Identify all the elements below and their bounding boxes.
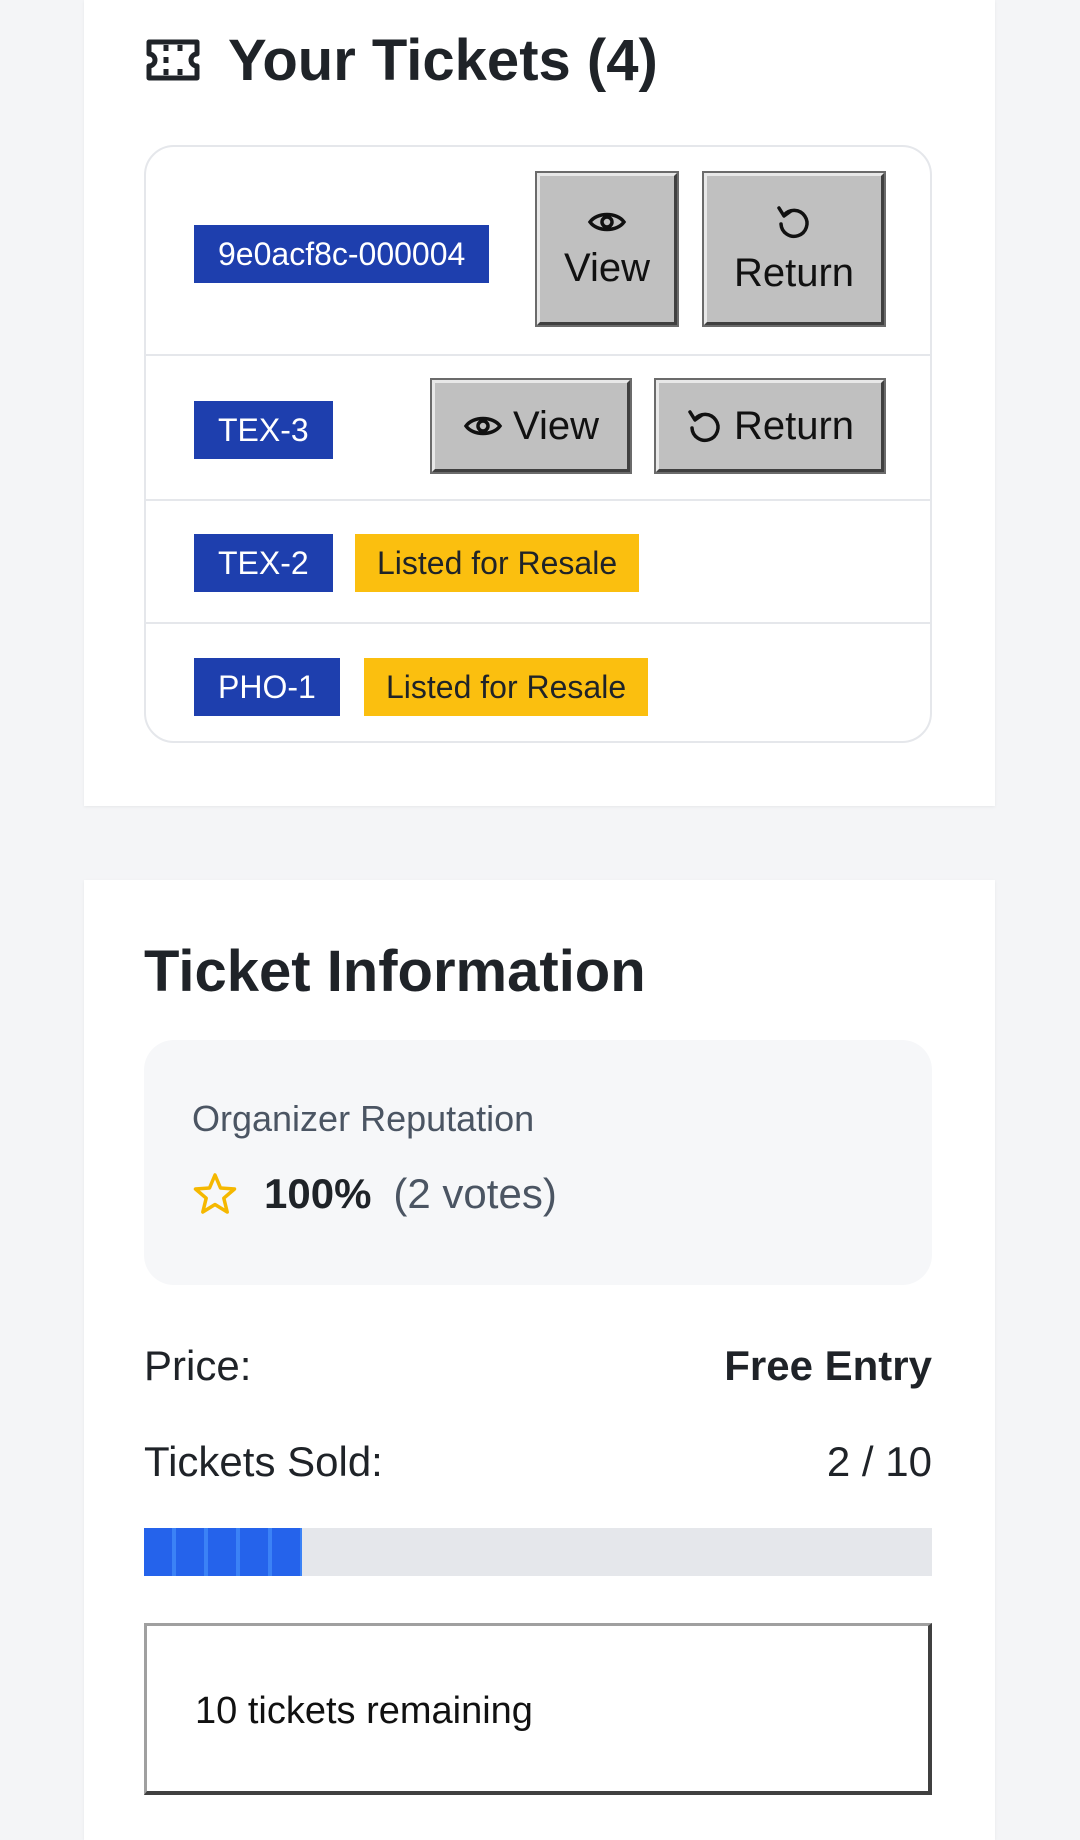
undo-icon (777, 205, 809, 238)
reputation-label: Organizer Reputation (192, 1098, 535, 1139)
tickets-sold-row: Tickets Sold: 2 / 10 (144, 1438, 932, 1486)
view-ticket-button[interactable]: View (430, 378, 632, 474)
return-button-label: Return (733, 250, 855, 295)
eye-icon (463, 416, 503, 436)
view-button-label: View (564, 245, 650, 290)
undo-icon (688, 410, 720, 443)
star-icon (193, 1173, 237, 1214)
ticket-row: PHO-1 Listed for Resale (146, 622, 930, 741)
ticket-row: TEX-3 View Return (146, 354, 930, 499)
progress-fill (144, 1528, 302, 1576)
ticket-row: 9e0acf8c-000004 View Return (146, 147, 930, 354)
ticket-info-heading: Ticket Information (144, 939, 646, 1004)
tickets-sold-label: Tickets Sold: (144, 1438, 383, 1485)
resale-status-badge: Listed for Resale (364, 658, 649, 716)
tickets-heading: Your Tickets (4) (144, 24, 658, 96)
view-button-label: View (513, 403, 599, 448)
ticket-id-badge: 9e0acf8c-000004 (194, 225, 490, 283)
resale-status-badge: Listed for Resale (355, 534, 640, 592)
ticket-icon (146, 39, 200, 81)
ticket-id-badge: TEX-2 (194, 534, 333, 592)
tickets-title-text: Your Tickets (4) (228, 27, 658, 93)
reputation-votes: (2 votes) (393, 1170, 557, 1217)
price-value: Free Entry (724, 1342, 932, 1389)
tickets-sold-progress-bar (144, 1528, 932, 1576)
tickets-remaining-box: 10 tickets remaining (144, 1623, 932, 1795)
ticket-id-badge: TEX-3 (194, 401, 333, 459)
price-label: Price: (144, 1342, 252, 1389)
return-ticket-button[interactable]: Return (702, 171, 886, 327)
reputation-score: 100% (2 votes) (192, 1170, 557, 1218)
return-button-label: Return (733, 403, 855, 448)
view-ticket-button[interactable]: View (535, 171, 679, 327)
tickets-remaining-text: 10 tickets remaining (195, 1690, 533, 1732)
ticket-id-badge: PHO-1 (194, 658, 340, 716)
return-ticket-button[interactable]: Return (654, 378, 886, 474)
ticket-row: TEX-2 Listed for Resale (146, 499, 930, 622)
eye-icon (587, 212, 627, 231)
tickets-sold-value: 2 / 10 (826, 1438, 932, 1485)
price-row: Price: Free Entry (144, 1342, 932, 1390)
organizer-reputation-panel: Organizer Reputation 100% (2 votes) (144, 1040, 932, 1285)
reputation-percent: 100% (264, 1170, 372, 1217)
tickets-card: Your Tickets (4) 9e0acf8c-000004 View Re… (84, 0, 995, 806)
tickets-list: 9e0acf8c-000004 View Return TEX-3 View R… (144, 145, 932, 743)
